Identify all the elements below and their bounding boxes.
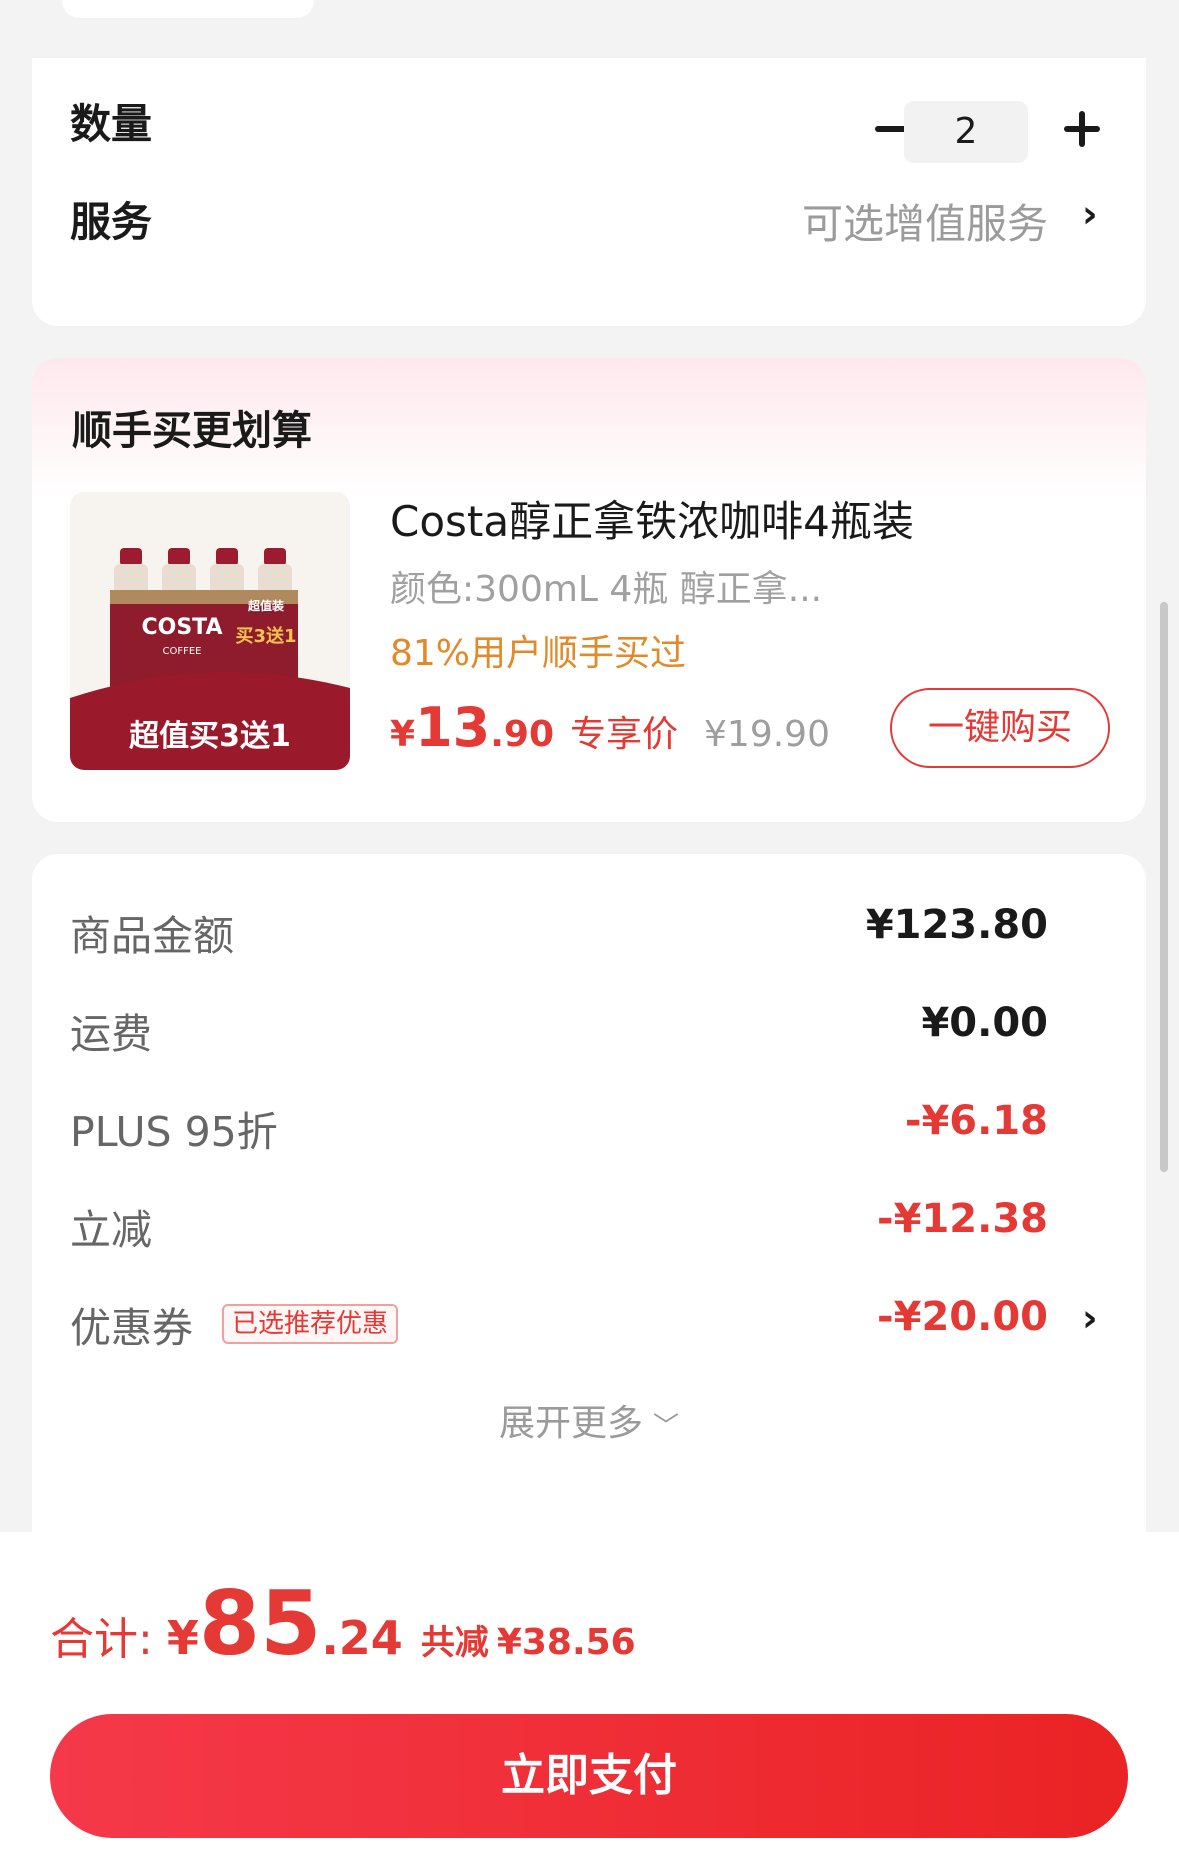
price-decimal: .90 [490, 714, 554, 755]
total-price: 合计: ¥ 85 .24 共减 ¥38.56 [50, 1572, 636, 1675]
summary-label: PLUS 95折 [70, 1108, 278, 1156]
product-badge-top: 超值装 [247, 598, 284, 613]
product-badge-main: 买3送1 [235, 625, 296, 647]
price-integer: 13 [415, 696, 491, 759]
price-tag: 专享价 [570, 714, 679, 755]
product-banner-text: 超值买3送1 [129, 719, 291, 754]
service-value[interactable]: 可选增值服务 [802, 190, 1048, 250]
summary-row-shipping: 运费 ¥0.00 [70, 1000, 1146, 1060]
summary-row-coupon[interactable]: 优惠券 已选推荐优惠 -¥20.00 › [70, 1294, 1146, 1354]
summary-value: ¥0.00 [921, 1000, 1048, 1046]
product-image[interactable]: COSTA COFFEE 超值装 买3送1 超值买3送1 [70, 492, 350, 770]
pay-now-button[interactable]: 立即支付 [50, 1714, 1128, 1838]
product-sub-text: COFFEE [163, 646, 202, 657]
one-click-buy-button[interactable]: 一键购买 [890, 688, 1110, 768]
bundle-card: 顺手买更划算 COSTA COFFEE 超值装 买3送1 超值买3送1 Cost… [32, 358, 1146, 822]
product-price: ¥ 13 .90 专享价 ¥19.90 [390, 696, 830, 759]
total-saved-label: 共减 [420, 1623, 489, 1663]
expand-more-button[interactable]: 展开更多 ﹀ [32, 1394, 1146, 1446]
total-integer: 85 [198, 1572, 322, 1675]
quantity-input[interactable]: 2 [904, 101, 1028, 163]
summary-row-instant-discount: 立减 -¥12.38 [70, 1196, 1146, 1256]
price-symbol: ¥ [390, 714, 416, 755]
expand-more-label: 展开更多 [498, 1403, 643, 1444]
service-label: 服务 [70, 198, 152, 246]
total-symbol: ¥ [166, 1611, 199, 1665]
product-name[interactable]: Costa醇正拿铁浓咖啡4瓶装 [390, 488, 914, 549]
social-proof-text: 81%用户顺手买过 [390, 633, 687, 674]
summary-label: 优惠券 [70, 1304, 193, 1352]
bundle-title: 顺手买更划算 [72, 408, 312, 454]
scrollbar[interactable] [1160, 602, 1168, 1172]
total-saved-value: ¥38.56 [496, 1622, 636, 1663]
previous-card-edge [62, 0, 314, 18]
chevron-right-icon[interactable]: › [1082, 1296, 1098, 1340]
quantity-service-card: 数量 2 服务 可选增值服务 › [32, 58, 1146, 326]
total-decimal: .24 [321, 1611, 403, 1665]
coupon-badge: 已选推荐优惠 [222, 1304, 399, 1344]
chevron-right-icon[interactable]: › [1082, 192, 1098, 236]
summary-value: ¥123.80 [865, 902, 1048, 948]
summary-value: -¥20.00 [877, 1294, 1048, 1340]
quantity-label: 数量 [70, 100, 152, 148]
summary-row-plus-discount: PLUS 95折 -¥6.18 [70, 1098, 1146, 1158]
product-brand-text: COSTA [141, 615, 222, 640]
order-summary-card: 商品金额 ¥123.80 运费 ¥0.00 PLUS 95折 -¥6.18 立减… [32, 854, 1146, 1554]
summary-label: 运费 [70, 1010, 152, 1058]
summary-value: -¥12.38 [877, 1196, 1048, 1242]
top-strip [0, 0, 1179, 62]
chevron-down-icon: ﹀ [653, 1412, 680, 1442]
increase-button[interactable] [1064, 110, 1102, 148]
product-spec: 颜色:300mL 4瓶 醇正拿... [390, 569, 823, 610]
summary-label: 立减 [70, 1206, 152, 1254]
total-label: 合计: [50, 1614, 153, 1665]
summary-label: 商品金额 [70, 912, 234, 960]
summary-value: -¥6.18 [904, 1098, 1048, 1144]
checkout-bar: 合计: ¥ 85 .24 共减 ¥38.56 立即支付 [0, 1532, 1179, 1863]
summary-row-goods: 商品金额 ¥123.80 [70, 902, 1146, 962]
original-price: ¥19.90 [704, 714, 830, 755]
